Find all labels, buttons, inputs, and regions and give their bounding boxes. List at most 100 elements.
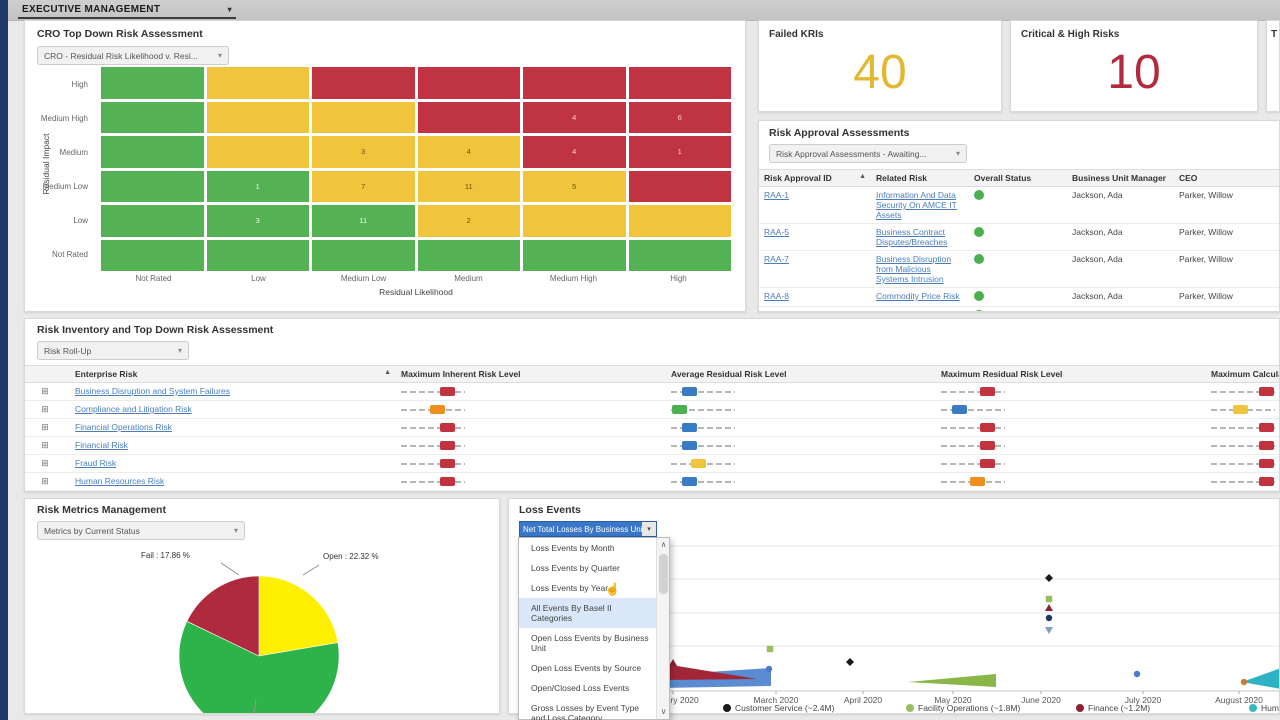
expand-icon[interactable]: ⊞ [41,404,49,414]
heatmap-cell [418,240,521,272]
risk-approval-id-link[interactable]: RAA-1 [764,190,789,200]
risk-level-gauge [401,386,465,397]
related-risk-link[interactable]: Commodity Price Risk [876,291,960,301]
expand-icon[interactable]: ⊞ [41,476,49,486]
gauge-marker [430,405,445,414]
column-header[interactable]: Related Risk [871,170,969,187]
column-header[interactable]: Average Residual Risk Level [666,366,936,383]
scroll-down-icon[interactable]: ∨ [657,705,670,719]
heatmap-cell [101,171,204,203]
kpi-value: 40 [759,45,1001,100]
column-header[interactable]: Maximum Inherent Risk Level [396,366,666,383]
heatmap-col-label: Medium Low [311,274,416,283]
chevron-down-icon: ▾ [228,5,232,14]
heatmap-row-label: Medium [25,135,95,169]
related-risk-link[interactable]: Information And Data Security On AMCE IT… [876,190,957,220]
heatmap-cell [101,67,204,99]
status-dot [974,291,984,301]
column-header[interactable]: Overall Status [969,170,1067,187]
table-row: RAA-5 Business Contract Disputes/Breaches… [759,224,1280,251]
dropdown-option[interactable]: Open Loss Events by Source [519,658,656,678]
column-header[interactable]: Maximum Residual Risk Level [936,366,1206,383]
enterprise-risk-link[interactable]: Human Resources Risk [75,476,164,486]
risk-approval-id-link[interactable]: RAA-9 [764,310,789,312]
gauge-marker [980,423,995,432]
gauge-marker [980,459,995,468]
sort-asc-icon: ▲ [859,173,866,180]
heatmap-cell [418,67,521,99]
related-risk-link[interactable]: Business Contract Disputes/Breaches [876,227,947,247]
inventory-view-dropdown-label: Risk Roll-Up [44,346,91,356]
gauge-marker [440,477,455,486]
status-dot [974,310,984,312]
column-header[interactable]: Risk Approval ID▲ [759,170,871,187]
risk-approval-id-link[interactable]: RAA-8 [764,291,789,301]
legend-dot [723,704,731,712]
business-unit-manager: Jackson, Ada [1072,190,1123,200]
scroll-up-icon[interactable]: ∧ [657,538,670,552]
enterprise-risk-link[interactable]: Fraud Risk [75,458,116,468]
business-unit-manager: Jackson, Ada [1072,254,1123,264]
heatmap-cell [629,171,732,203]
column-header[interactable]: Business Unit Manager [1067,170,1174,187]
kpi-failed-kris: Failed KRIs 40 [758,20,1002,112]
related-risk-link[interactable]: Business Disruption from Malicious Syste… [876,254,951,284]
scroll-thumb[interactable] [659,554,668,594]
enterprise-risk-link[interactable]: Business Disruption and System Failures [75,386,230,396]
cro-view-dropdown[interactable]: CRO - Residual Risk Likelihood v. Resi..… [37,46,229,65]
expand-icon[interactable]: ⊞ [41,458,49,468]
risk-level-gauge [671,386,735,397]
heatmap-cell [523,67,626,99]
gauge-marker [440,387,455,396]
heatmap-cell [101,136,204,168]
risk-level-gauge [941,386,1005,397]
enterprise-risk-link[interactable]: Compliance and Litigation Risk [75,404,192,414]
column-header[interactable]: Maximum Calculated [1206,366,1280,383]
enterprise-risk-link[interactable]: Financial Risk [75,440,128,450]
panel-title: Risk Inventory and Top Down Risk Assessm… [37,324,273,336]
loss-view-select[interactable]: Net Total Losses By Business Unit By M ▾ [519,521,657,537]
heatmap-cell [312,102,415,134]
expand-icon[interactable]: ⊞ [41,422,49,432]
table-row: RAA-1 Information And Data Security On AM… [759,187,1280,224]
column-header[interactable]: Enterprise Risk▲ [65,366,396,383]
expand-icon[interactable]: ⊞ [41,440,49,450]
popup-scrollbar[interactable]: ∧ ∨ [656,538,669,719]
gauge-marker [980,387,995,396]
risk-approval-id-link[interactable]: RAA-7 [764,254,789,264]
heatmap-col-label: Not Rated [101,274,206,283]
inventory-view-dropdown[interactable]: Risk Roll-Up ▾ [37,341,189,360]
pie-label-open: Open : 22.32 % [323,552,379,561]
legend-item: Facility Operations (~1.8M) [906,703,1020,713]
dropdown-option[interactable]: Open/Closed Loss Events [519,678,656,698]
heatmap-cell [523,205,626,237]
heatmap-cell: 11 [312,205,415,237]
table-row: ⊞ Human Resources Risk [25,473,1280,491]
business-unit-manager: Jackson, Ada [1072,291,1123,301]
data-point-diamond [846,658,854,666]
heatmap-cell [418,102,521,134]
heatmap-cell: 6 [629,102,732,134]
dropdown-option[interactable]: Loss Events by Quarter [519,558,656,578]
heatmap-cell: 5 [523,171,626,203]
dropdown-option[interactable]: All Events By Basel II Categories [519,598,656,628]
gauge-marker [1259,477,1274,486]
heatmap-cell [629,67,732,99]
gauge-marker [980,441,995,450]
business-unit-manager: Jackson, Ada [1072,310,1123,312]
dropdown-option[interactable]: Open Loss Events by Business Unit [519,628,656,658]
chevron-down-icon: ▾ [642,522,656,536]
ceo: Parker, Willow [1179,291,1233,301]
data-point-triangle-down [1045,627,1053,634]
risk-approval-id-link[interactable]: RAA-5 [764,227,789,237]
scope-selector[interactable]: EXECUTIVE MANAGEMENT ▾ [18,2,236,19]
dropdown-option[interactable]: Loss Events by Year [519,578,656,598]
expand-icon[interactable]: ⊞ [41,386,49,396]
raa-view-dropdown[interactable]: Risk Approval Assessments - Awaiting... … [769,144,967,163]
risk-level-gauge [401,458,465,469]
enterprise-risk-link[interactable]: Financial Operations Risk [75,422,172,432]
related-risk-link[interactable]: Concentration Risk [876,310,948,312]
column-header[interactable]: CEO [1174,170,1280,187]
dropdown-option[interactable]: Gross Losses by Event Type and Loss Cate… [519,698,656,720]
dropdown-option[interactable]: Loss Events by Month [519,538,656,558]
